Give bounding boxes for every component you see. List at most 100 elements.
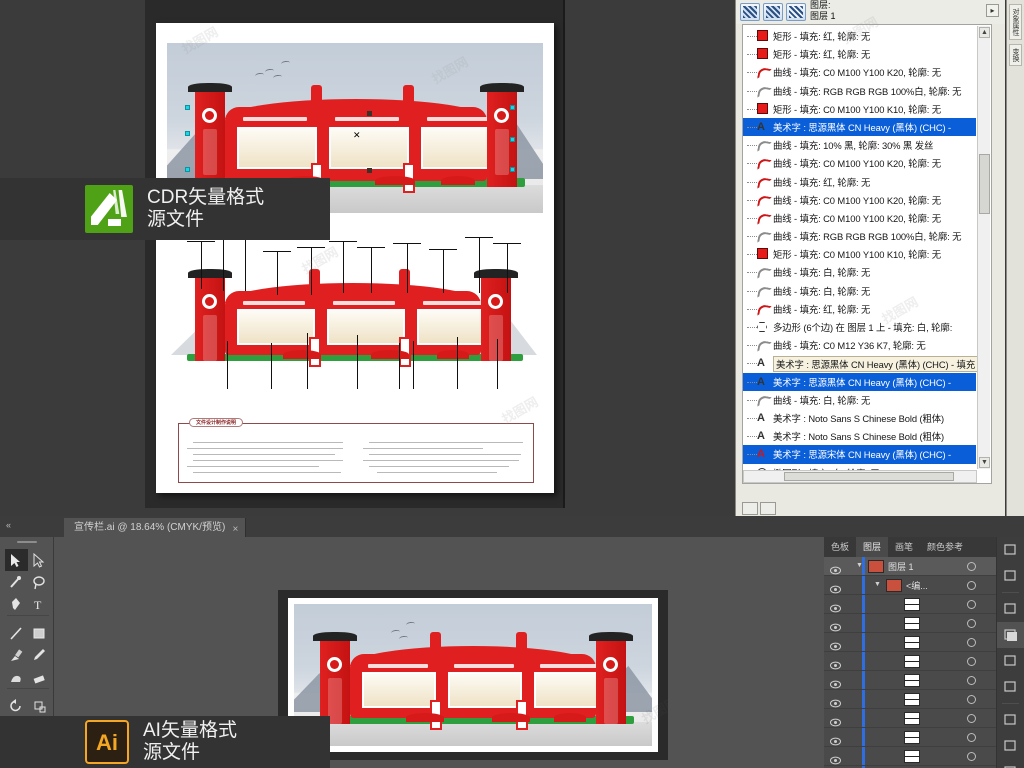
- visibility-eye-icon[interactable]: [830, 638, 841, 651]
- layer-target-icon[interactable]: [967, 638, 976, 647]
- vdock-tab-transform[interactable]: 变换: [1009, 44, 1022, 66]
- layer-row[interactable]: [824, 652, 996, 671]
- artboards-icon[interactable]: [997, 596, 1024, 622]
- visibility-eye-icon[interactable]: [830, 600, 841, 613]
- panel-tab-0[interactable]: 色板: [824, 537, 856, 557]
- visibility-eye-icon[interactable]: [830, 562, 841, 575]
- layer-row[interactable]: [824, 671, 996, 690]
- hscrollbar-thumb[interactable]: [784, 472, 954, 481]
- selection-handle[interactable]: [185, 131, 190, 136]
- docker-collapse-button[interactable]: ▸: [986, 4, 999, 17]
- symbols-icon[interactable]: [997, 648, 1024, 674]
- chevron-down-icon[interactable]: ▼: [874, 581, 881, 588]
- object-list-row[interactable]: 矩形 - 填充: 红, 轮廓: 无: [743, 27, 976, 45]
- object-list-row[interactable]: 多边形 (6个边) 在 图层 1 上 - 填充: 白, 轮廓:: [743, 318, 976, 336]
- layer-target-icon[interactable]: [967, 695, 976, 704]
- object-list-row[interactable]: 曲线 - 填充: 白, 轮廓: 无: [743, 391, 976, 409]
- visibility-eye-icon[interactable]: [830, 657, 841, 670]
- object-list-row[interactable]: 曲线 - 填充: RGB RGB RGB 100%白, 轮廓: 无: [743, 227, 976, 245]
- layer-row[interactable]: [824, 709, 996, 728]
- layer-target-icon[interactable]: [967, 600, 976, 609]
- color-icon[interactable]: [997, 707, 1024, 733]
- object-list-row[interactable]: A 美术字 : 思源黑体 CN Heavy (黑体) (CHC) - 填充: [743, 354, 979, 373]
- scroll-down-arrow[interactable]: ▼: [979, 457, 990, 468]
- panel-collapse-icon[interactable]: «: [6, 520, 11, 530]
- link-icon[interactable]: [997, 537, 1024, 563]
- document-tab[interactable]: 宣传栏.ai @ 18.64% (CMYK/预览) ×: [64, 518, 247, 537]
- layer-row[interactable]: [824, 614, 996, 633]
- visibility-eye-icon[interactable]: [830, 733, 841, 746]
- scale-tool[interactable]: [28, 695, 51, 717]
- panel-tab-bar[interactable]: 色板 图层 画笔 颜色参考: [824, 537, 996, 557]
- layer-manager-view-button[interactable]: [786, 3, 806, 21]
- coreldraw-canvas[interactable]: ✕ 文件设计制作说明: [145, 0, 565, 508]
- layer-target-icon[interactable]: [967, 581, 976, 590]
- selection-handle[interactable]: [185, 167, 190, 172]
- object-list-row[interactable]: 曲线 - 填充: 白, 轮廓: 无: [743, 263, 976, 281]
- object-list-horizontal-scrollbar[interactable]: [743, 470, 977, 483]
- rotate-tool[interactable]: [5, 695, 28, 717]
- selection-handle[interactable]: [510, 167, 515, 172]
- chevron-down-icon[interactable]: ▼: [856, 562, 863, 569]
- object-list-row[interactable]: 矩形 - 填充: 红, 轮廓: 无: [743, 45, 976, 63]
- panel-icon-rail[interactable]: [996, 537, 1024, 768]
- pen-tool[interactable]: [5, 593, 28, 615]
- object-list-row[interactable]: A 美术字 : 思源宋体 CN Heavy (黑体) (CHC) -: [743, 445, 976, 464]
- line-segment-tool[interactable]: [5, 622, 28, 644]
- pathfinder-icon[interactable]: [997, 563, 1024, 589]
- object-list-row[interactable]: 曲线 - 填充: 红, 轮廓: 无: [743, 300, 976, 318]
- object-list-row[interactable]: A 美术字 : Noto Sans S Chinese Bold (粗体): [743, 409, 976, 427]
- layer-row[interactable]: ▼ <编...: [824, 576, 996, 595]
- selection-handle[interactable]: [510, 105, 515, 110]
- visibility-eye-icon[interactable]: [830, 676, 841, 689]
- object-list-row[interactable]: 曲线 - 填充: C0 M100 Y100 K20, 轮廓: 无: [743, 191, 976, 209]
- visibility-eye-icon[interactable]: [830, 619, 841, 632]
- visibility-eye-icon[interactable]: [830, 752, 841, 765]
- layer-target-icon[interactable]: [967, 676, 976, 685]
- blob-brush-tool[interactable]: [5, 666, 28, 688]
- object-list-row[interactable]: 矩形 - 填充: C0 M100 Y100 K10, 轮廓: 无: [743, 245, 976, 263]
- scrollbar-thumb[interactable]: [979, 154, 990, 214]
- object-list-vertical-scrollbar[interactable]: ▲ ▼: [977, 26, 990, 469]
- object-list-row[interactable]: A 美术字 : 思源黑体 CN Heavy (黑体) (CHC) -: [743, 117, 976, 137]
- layer-target-icon[interactable]: [967, 562, 976, 571]
- layer-row[interactable]: [824, 633, 996, 652]
- scroll-up-arrow[interactable]: ▲: [979, 27, 990, 38]
- lasso-tool[interactable]: [28, 571, 51, 593]
- type-tool[interactable]: T: [28, 593, 51, 615]
- panel-tab-3[interactable]: 颜色参考: [920, 537, 970, 557]
- layer-row[interactable]: [824, 728, 996, 747]
- object-list-row[interactable]: 曲线 - 填充: 红, 轮廓: 无: [743, 173, 976, 191]
- layers-icon[interactable]: [997, 622, 1024, 648]
- pencil-tool[interactable]: [28, 644, 51, 666]
- selection-tool[interactable]: [5, 549, 28, 571]
- selection-handle[interactable]: [510, 137, 515, 142]
- visibility-eye-icon[interactable]: [830, 695, 841, 708]
- object-list-row[interactable]: 曲线 - 填充: C0 M12 Y36 K7, 轮廓: 无: [743, 336, 976, 354]
- object-list-row[interactable]: 矩形 - 填充: C0 M100 Y100 K10, 轮廓: 无: [743, 100, 976, 118]
- layer-target-icon[interactable]: [967, 714, 976, 723]
- object-list-row[interactable]: A 美术字 : 思源黑体 CN Heavy (黑体) (CHC) -: [743, 372, 976, 391]
- new-layer-button[interactable]: [742, 502, 758, 515]
- object-list-row[interactable]: 曲线 - 填充: C0 M100 Y100 K20, 轮廓: 无: [743, 209, 976, 227]
- object-list-row[interactable]: 曲线 - 填充: C0 M100 Y100 K20, 轮廓: 无: [743, 63, 976, 81]
- vdock-tab-object-properties[interactable]: 对象属性: [1009, 4, 1022, 40]
- direct-selection-tool[interactable]: [28, 549, 51, 571]
- magic-wand-tool[interactable]: [5, 571, 28, 593]
- layer-target-icon[interactable]: [967, 619, 976, 628]
- layer-target-icon[interactable]: [967, 657, 976, 666]
- layer-target-icon[interactable]: [967, 733, 976, 742]
- layer-row[interactable]: [824, 690, 996, 709]
- layer-row[interactable]: [824, 747, 996, 766]
- visibility-eye-icon[interactable]: [830, 714, 841, 727]
- eraser-tool[interactable]: [28, 666, 51, 688]
- gradient-mesh-icon[interactable]: [997, 674, 1024, 700]
- toolbox-grip[interactable]: [17, 541, 37, 543]
- paintbrush-tool[interactable]: [5, 644, 28, 666]
- selection-handle[interactable]: [185, 105, 190, 110]
- new-master-layer-button[interactable]: [760, 502, 776, 515]
- align-icon[interactable]: [997, 759, 1024, 768]
- show-object-properties-button[interactable]: [740, 3, 760, 21]
- layers-panel-list[interactable]: ▼ 图层 1 ▼ <编...: [824, 557, 996, 768]
- panel-tab-2[interactable]: 画笔: [888, 537, 920, 557]
